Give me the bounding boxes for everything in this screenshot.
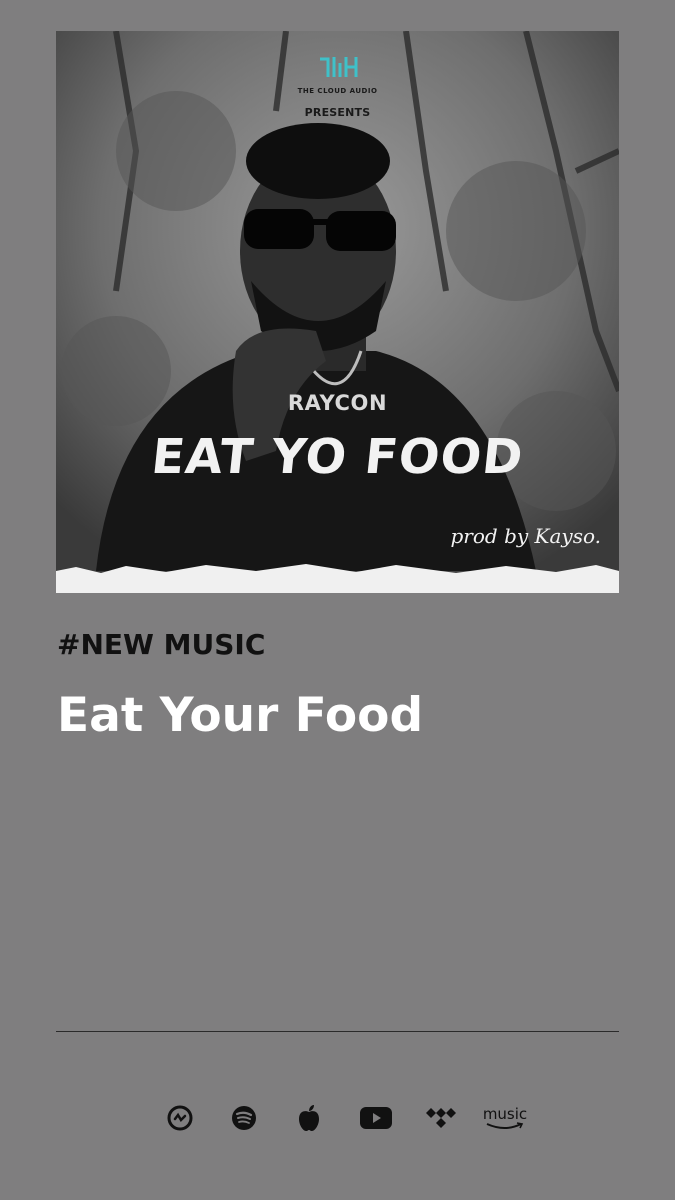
- youtube-icon: [360, 1107, 392, 1129]
- amazon-music-icon: [486, 1121, 524, 1129]
- audiomack-icon: [167, 1105, 193, 1131]
- platform-links: music: [160, 1100, 530, 1136]
- apple-icon: [299, 1105, 319, 1131]
- tidal-icon: [426, 1108, 456, 1128]
- new-music-tag: #NEW MUSIC: [57, 628, 266, 661]
- album-cover: THE CLOUD AUDIO PRESENTS RAYCON EAT YO F…: [56, 31, 619, 593]
- youtube-link[interactable]: [356, 1100, 396, 1136]
- artist-name: RAYCON: [287, 391, 388, 415]
- song-title: Eat Your Food: [57, 688, 424, 743]
- divider: [56, 1031, 619, 1032]
- tidal-link[interactable]: [423, 1100, 459, 1136]
- spotify-icon: [232, 1106, 256, 1130]
- cloud-audio-logo-icon: [320, 57, 358, 77]
- apple-music-link[interactable]: [291, 1100, 327, 1136]
- cover-title: EAT YO FOOD: [148, 429, 527, 485]
- producer-credit: prod by Kayso.: [450, 524, 602, 548]
- amazon-music-label: music: [482, 1104, 528, 1123]
- brand-name: THE CLOUD AUDIO: [297, 87, 378, 95]
- spotify-link[interactable]: [226, 1100, 262, 1136]
- audiomack-link[interactable]: [162, 1100, 198, 1136]
- amazon-music-link[interactable]: music: [482, 1100, 528, 1136]
- presents-label: PRESENTS: [304, 106, 371, 119]
